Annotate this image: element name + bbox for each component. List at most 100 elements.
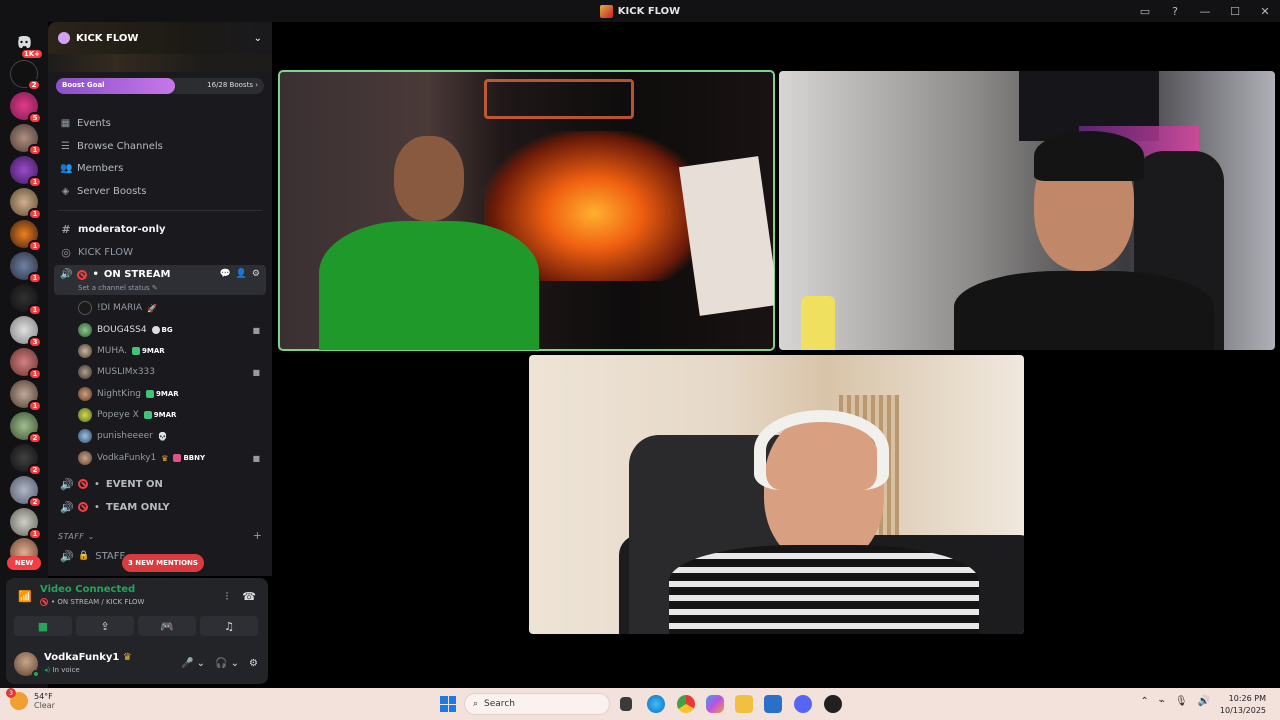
direct-messages-button[interactable]: 1K+: [10, 28, 44, 60]
neon-sign: [484, 79, 634, 119]
server-icon[interactable]: 1: [10, 508, 42, 540]
activity-button[interactable]: 🎮: [138, 616, 196, 636]
set-channel-status[interactable]: Set a channel status ✎: [78, 284, 158, 292]
server-icon[interactable]: 1: [10, 188, 42, 220]
microphone-icon[interactable]: 🎙: [1175, 696, 1188, 707]
role-tag: 9MAR: [143, 411, 176, 419]
copilot-icon[interactable]: [706, 695, 724, 713]
server-badge: 1: [28, 528, 42, 540]
server-icon[interactable]: 1: [10, 156, 42, 188]
channel-team-only[interactable]: 🔊 • TEAM ONLY: [54, 497, 266, 517]
close-button[interactable]: ✕: [1250, 0, 1280, 22]
edge-icon[interactable]: [647, 695, 665, 713]
weather-widget[interactable]: 3 54°F Clear: [6, 688, 55, 710]
chat-icon[interactable]: 💬: [219, 269, 230, 279]
server-badge: 2: [27, 79, 41, 91]
new-mentions-pill[interactable]: 3 NEW MENTIONS: [122, 554, 204, 572]
network-icon[interactable]: ⌁: [1159, 696, 1165, 707]
server-icon[interactable]: 1: [10, 348, 42, 380]
server-icon[interactable]: 1: [10, 252, 42, 284]
invite-icon[interactable]: 👤: [236, 269, 247, 279]
soundboard-icon: ♫: [224, 619, 234, 633]
new-servers-pill[interactable]: NEW: [7, 556, 41, 570]
maximize-button[interactable]: ☐: [1220, 0, 1250, 22]
voice-user[interactable]: Popeye X 9MAR: [78, 405, 268, 425]
server-icon[interactable]: 5: [10, 92, 42, 124]
nav-events[interactable]: ▦ Events: [60, 114, 111, 132]
channel-moderator-only[interactable]: # moderator-only: [54, 219, 266, 239]
video-tile[interactable]: [529, 355, 1024, 634]
skull-icon: 💀: [157, 431, 168, 441]
voice-user[interactable]: punisheeeer 💀: [78, 426, 268, 446]
voice-user-name: MUHA.: [97, 346, 127, 356]
voice-user[interactable]: MUSLIMx333 ■: [78, 362, 268, 382]
server-badge-icon: [58, 32, 70, 44]
task-view-icon[interactable]: [620, 697, 632, 711]
chevron-up-icon[interactable]: ⌃: [1140, 696, 1148, 707]
channel-event-on[interactable]: 🔊 • EVENT ON: [54, 474, 266, 494]
boost-goal-label: Boost Goal: [62, 81, 105, 89]
disconnect-icon[interactable]: ☎: [242, 590, 256, 604]
help-icon[interactable]: ?: [1160, 0, 1190, 22]
minimize-button[interactable]: —: [1190, 0, 1220, 22]
user-status: ◂) In voice: [44, 666, 80, 674]
voice-icon: ◂): [44, 666, 51, 674]
noise-suppression-icon[interactable]: ⫶: [226, 590, 229, 604]
server-icon[interactable]: 1: [10, 124, 42, 156]
crown-icon: ♛: [122, 652, 132, 663]
role-icon: [173, 454, 182, 462]
app-taskbar-icon[interactable]: [824, 695, 842, 713]
nav-server-boosts[interactable]: ◈ Server Boosts: [60, 182, 147, 200]
voice-status-subtitle[interactable]: • ON STREAM / KICK FLOW: [40, 598, 144, 606]
server-icon[interactable]: 1: [10, 220, 42, 252]
voice-user[interactable]: NightKing 9MAR: [78, 384, 268, 404]
server-name: KICK FLOW: [76, 32, 139, 44]
avatar: [78, 451, 92, 465]
server-icon[interactable]: 1: [10, 284, 42, 316]
gear-icon[interactable]: ⚙: [252, 269, 260, 279]
voice-status-title: Video Connected: [40, 584, 136, 595]
file-explorer-icon[interactable]: [735, 695, 753, 713]
voice-user[interactable]: BOUG4SS4 BG ■: [78, 320, 268, 340]
server-icon[interactable]: 1: [10, 380, 42, 412]
poster: [678, 156, 774, 316]
voice-user-name: MUSLIMx333: [97, 367, 156, 377]
window-title-text: KICK FLOW: [617, 5, 681, 17]
role-icon: [151, 326, 160, 334]
video-tile-speaking[interactable]: [278, 70, 775, 351]
server-icon[interactable]: 2: [10, 476, 42, 508]
voice-user[interactable]: VodkaFunky1 ♛ BBNY ■: [78, 448, 268, 468]
voice-user[interactable]: MUHA. 9MAR: [78, 341, 268, 361]
chrome-icon[interactable]: [677, 695, 695, 713]
nav-members-label: Members: [77, 162, 124, 174]
microphone-icon[interactable]: 🎤 ⌄: [181, 658, 205, 669]
server-icon[interactable]: 3: [10, 316, 42, 348]
server-icon[interactable]: 2: [10, 60, 41, 91]
screen-share-button[interactable]: ⇪: [76, 616, 134, 636]
category-staff[interactable]: STAFF ⌄: [58, 532, 95, 541]
start-button[interactable]: [440, 696, 456, 712]
headphones-icon[interactable]: 🎧 ⌄: [215, 658, 239, 669]
server-badge: 1: [28, 208, 42, 220]
channel-kick-flow[interactable]: ◎ KICK FLOW: [54, 242, 266, 262]
channel-on-stream[interactable]: 🔊 • ON STREAM Set a channel status ✎ 💬 👤…: [54, 265, 266, 295]
camera-button[interactable]: ■: [14, 616, 72, 636]
soundboard-button[interactable]: ♫: [200, 616, 258, 636]
nav-members[interactable]: 👥 Members: [60, 159, 123, 177]
video-tile[interactable]: [779, 71, 1275, 350]
gear-icon[interactable]: ⚙: [249, 658, 258, 669]
boost-goal-bar[interactable]: Boost Goal 16/28 Boosts ›: [56, 78, 264, 94]
add-channel-icon[interactable]: +: [253, 529, 262, 542]
screen-icon[interactable]: ▭: [1130, 0, 1160, 22]
nav-browse-channels[interactable]: ☰ Browse Channels: [60, 137, 163, 155]
server-header[interactable]: KICK FLOW ⌄: [48, 22, 272, 54]
store-icon[interactable]: [764, 695, 782, 713]
voice-user[interactable]: !DI MARIA 🚀: [78, 298, 268, 318]
server-badge: 1: [28, 272, 42, 284]
volume-icon[interactable]: 🔊: [1198, 696, 1210, 707]
taskbar-search[interactable]: ⌕ Search: [464, 693, 610, 715]
server-icon[interactable]: 2: [10, 444, 42, 476]
server-icon[interactable]: 2: [10, 412, 42, 444]
discord-taskbar-icon[interactable]: [794, 695, 812, 713]
clock[interactable]: 10:26 PM 10/13/2025: [1220, 693, 1266, 717]
